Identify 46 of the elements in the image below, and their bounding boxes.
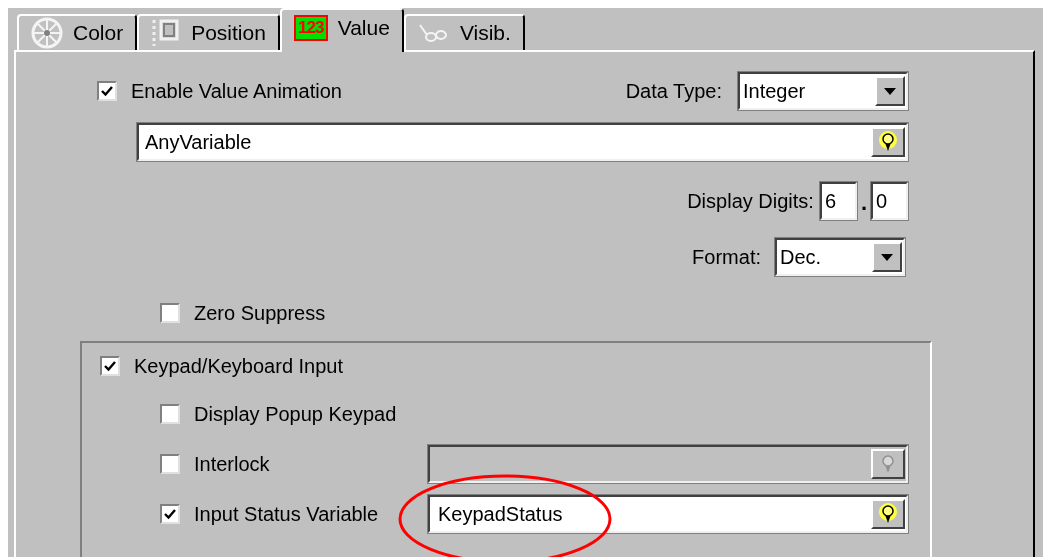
digits-value: 6 [824,189,836,214]
checkbox-label: Input Status Variable [194,502,379,527]
tab[interactable]: Color [17,14,138,50]
dropdown-value: Integer [743,79,806,104]
dropdown-value: Dec. [780,245,822,270]
display-digits-label: Display Digits: [687,189,814,214]
checkbox-label: Interlock [194,452,270,477]
tab[interactable]: 123 Value [279,8,404,52]
browse-button[interactable] [871,127,905,157]
variable-field[interactable]: KeypadStatus [428,495,908,533]
decimals-field[interactable]: 0 [871,182,908,220]
lightbulb-icon [878,131,898,153]
data-type-label: Data Type: [625,79,722,104]
caret-icon [881,253,893,261]
tab[interactable]: Position [137,14,280,50]
checkbox-label: Display Popup Keypad [194,402,397,427]
position-icon [151,17,182,49]
checkbox[interactable] [160,404,180,424]
caret-icon [884,87,896,95]
check-icon [101,85,113,97]
decimals-value: 0 [876,189,888,214]
digits-field[interactable]: 6 [819,182,857,220]
field-value: KeypadStatus [438,502,563,527]
lightbulb-icon [878,503,898,525]
format-label: Format: [692,245,761,270]
check-icon [164,508,176,520]
variable-value: AnyVariable [145,130,252,155]
dropdown[interactable]: Integer [738,72,908,110]
checkbox[interactable] [100,356,120,376]
glasses-icon [417,23,450,43]
checkbox[interactable] [160,504,180,524]
tab[interactable]: Visib. [403,14,525,50]
checkbox[interactable] [160,303,180,323]
checkbox-label: Enable Value Animation [131,79,342,104]
wheel-icon [31,17,63,49]
dropdown[interactable]: Dec. [775,238,905,276]
digits-icon: 123 [293,15,328,41]
dropdown-button[interactable] [872,242,902,272]
checkbox-label: Zero Suppress [194,301,326,326]
dropdown-button[interactable] [875,76,905,106]
decimal-point: . [860,189,867,217]
browse-button[interactable] [871,499,905,529]
checkbox[interactable] [97,81,117,101]
check-icon [104,360,116,372]
variable-field[interactable]: AnyVariable [137,123,908,161]
checkbox-label: Keypad/Keyboard Input [134,354,344,379]
